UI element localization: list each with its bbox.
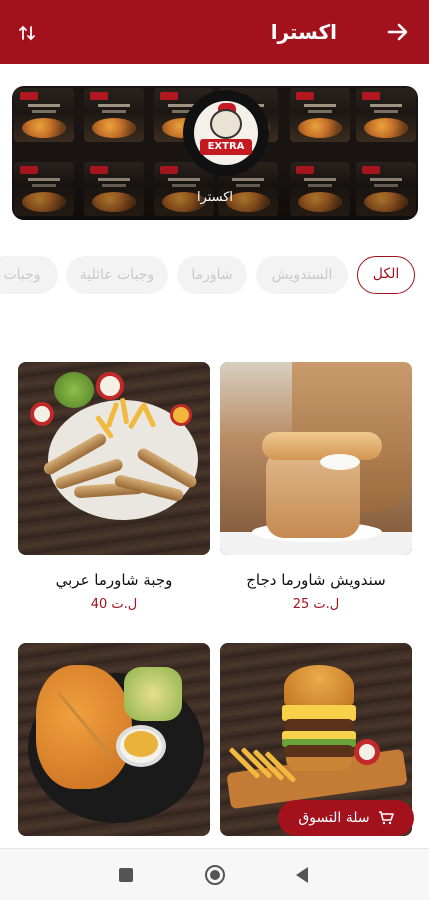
menu-tile <box>290 88 350 142</box>
product-image[interactable] <box>220 362 412 555</box>
chip-meals[interactable]: وجبات <box>0 256 58 294</box>
chip-family-meals[interactable]: وجبات عائلية <box>66 256 168 294</box>
logo-text: EXTRA <box>200 139 252 155</box>
cart-icon <box>378 811 394 825</box>
category-chips: الكل السندويش شاورما وجبات عائلية وجبات <box>0 256 429 296</box>
product-image[interactable] <box>18 643 210 836</box>
home-circle-icon[interactable] <box>205 865 225 885</box>
menu-tile <box>14 88 74 142</box>
menu-tile <box>84 88 144 142</box>
chip-all[interactable]: الكل <box>357 256 415 294</box>
product-price: 40 ل.ت <box>90 597 138 612</box>
page-title: اكسترا <box>270 20 337 44</box>
back-button[interactable] <box>381 16 415 48</box>
sort-icon <box>19 25 35 41</box>
arrow-right-icon <box>387 23 408 41</box>
app-bar: اكسترا <box>0 0 429 64</box>
restaurant-logo: EXTRA <box>183 90 269 176</box>
chip-shawarma[interactable]: شاورما <box>177 256 247 294</box>
product-price: 25 ل.ت <box>292 597 340 612</box>
cart-label: سلة التسوق <box>298 810 370 826</box>
product-name[interactable]: سندويش شاورما دجاج <box>220 571 412 589</box>
back-triangle-icon[interactable] <box>296 867 308 883</box>
restaurant-banner: EXTRA اكسترا <box>12 86 418 220</box>
system-nav-bar <box>0 848 429 900</box>
sort-button[interactable] <box>14 20 40 46</box>
restaurant-name: اكسترا <box>196 190 234 205</box>
rooster-logo-icon: EXTRA <box>194 101 258 165</box>
chip-sandwiches[interactable]: السندويش <box>256 256 348 294</box>
recents-square-icon[interactable] <box>119 868 133 882</box>
cart-button[interactable]: سلة التسوق <box>278 800 414 836</box>
menu-tile <box>356 88 416 142</box>
product-name[interactable]: وجبة شاورما عربي <box>18 571 210 589</box>
product-image[interactable] <box>18 362 210 555</box>
